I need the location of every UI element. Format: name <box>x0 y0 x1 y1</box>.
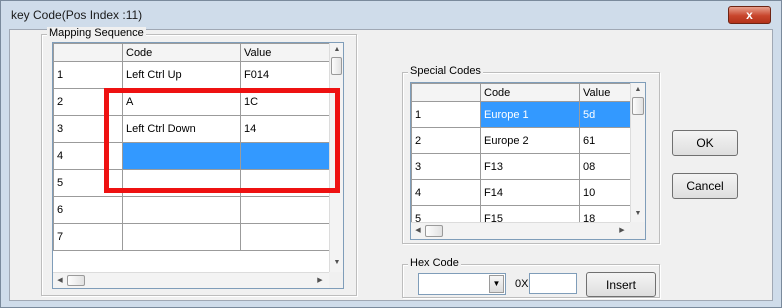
chevron-down-icon[interactable]: ▼ <box>489 275 504 293</box>
special-value-cell[interactable]: 08 <box>579 153 632 180</box>
mapping-value-cell[interactable]: 14 <box>240 115 333 143</box>
mapping-row[interactable]: 5 <box>53 169 333 197</box>
arrow-left-icon[interactable]: ◀ <box>53 274 67 288</box>
insert-button-label: Insert <box>605 278 636 292</box>
special-codes-table: Code Value 1 Europe 1 5d 2 Europe 2 61 3 F13 08 4 F1… <box>411 83 632 232</box>
insert-button[interactable]: Insert <box>586 272 656 297</box>
mapping-vscroll-thumb[interactable] <box>331 57 342 75</box>
mapping-row[interactable]: 3 Left Ctrl Down 14 <box>53 115 333 143</box>
hex-code-input[interactable] <box>529 273 577 294</box>
special-row[interactable]: 4 F14 10 <box>411 179 632 206</box>
mapping-row-number: 5 <box>53 169 123 197</box>
mapping-value-cell[interactable]: 1C <box>240 88 333 116</box>
mapping-code-cell[interactable]: Left Ctrl Up <box>122 61 241 89</box>
mapping-code-cell[interactable]: A <box>122 88 241 116</box>
cancel-button-label: Cancel <box>686 179 724 193</box>
dialog-client: Mapping Sequence Code Value 1 Left Ctrl Up F… <box>9 27 773 301</box>
special-value-cell[interactable]: 5d <box>579 101 632 128</box>
special-row-number: 2 <box>411 127 481 154</box>
mapping-row[interactable]: 1 Left Ctrl Up F014 <box>53 61 333 89</box>
mapping-column-header[interactable]: Code <box>122 43 241 62</box>
special-vertical-scrollbar[interactable]: ▲ ▼ <box>630 83 645 222</box>
mapping-header-row: Code Value <box>53 43 333 62</box>
special-corner-cell <box>411 83 481 102</box>
mapping-value-cell[interactable] <box>240 196 333 224</box>
mapping-row-number: 2 <box>53 88 123 116</box>
mapping-row[interactable]: 4 <box>53 142 333 170</box>
special-row[interactable]: 2 Europe 2 61 <box>411 127 632 154</box>
mapping-horizontal-scrollbar[interactable]: ◀ ▶ <box>53 272 329 288</box>
special-header-row: Code Value <box>411 83 632 102</box>
mapping-row[interactable]: 2 A 1C <box>53 88 333 116</box>
scroll-corner <box>329 272 343 288</box>
dialog-window: key Code(Pos Index :11) x Mapping Sequen… <box>0 0 782 308</box>
cancel-button[interactable]: Cancel <box>672 173 738 199</box>
mapping-table: Code Value 1 Left Ctrl Up F014 2 A 1C 3 Left Ctrl… <box>53 43 333 251</box>
special-vscroll-thumb[interactable] <box>632 97 644 115</box>
special-row-number: 1 <box>411 101 481 128</box>
mapping-grid[interactable]: Code Value 1 Left Ctrl Up F014 2 A 1C 3 Left Ctrl… <box>52 42 344 289</box>
mapping-value-cell[interactable] <box>240 169 333 197</box>
special-value-cell[interactable]: 10 <box>579 179 632 206</box>
ok-button-label: OK <box>696 136 714 150</box>
mapping-row-number: 1 <box>53 61 123 89</box>
scroll-corner <box>630 222 645 239</box>
arrow-right-icon[interactable]: ▶ <box>615 224 629 238</box>
window-title: key Code(Pos Index :11) <box>11 8 143 22</box>
special-row-number: 3 <box>411 153 481 180</box>
special-code-cell[interactable]: F14 <box>480 179 580 206</box>
mapping-code-cell[interactable]: Left Ctrl Down <box>122 115 241 143</box>
mapping-code-cell[interactable] <box>122 196 241 224</box>
arrow-left-icon[interactable]: ◀ <box>411 224 425 238</box>
special-row[interactable]: 1 Europe 1 5d <box>411 101 632 128</box>
mapping-corner-cell <box>53 43 123 62</box>
mapping-row[interactable]: 6 <box>53 196 333 224</box>
mapping-code-cell[interactable] <box>122 169 241 197</box>
special-value-cell[interactable]: 61 <box>579 127 632 154</box>
title-bar[interactable]: key Code(Pos Index :11) x <box>1 1 781 28</box>
hex-prefix-label: 0X <box>515 278 529 290</box>
close-icon: x <box>746 8 753 22</box>
arrow-down-icon[interactable]: ▼ <box>330 256 343 270</box>
hex-code-combobox[interactable]: ▼ <box>418 273 506 295</box>
mapping-row-number: 3 <box>53 115 123 143</box>
mapping-row-number: 6 <box>53 196 123 224</box>
special-code-cell[interactable]: Europe 2 <box>480 127 580 154</box>
mapping-row-number: 4 <box>53 142 123 170</box>
mapping-row[interactable]: 7 <box>53 223 333 251</box>
special-code-cell[interactable]: F13 <box>480 153 580 180</box>
mapping-sequence-label: Mapping Sequence <box>47 27 146 39</box>
mapping-code-cell[interactable] <box>122 142 241 170</box>
mapping-column-header[interactable]: Value <box>240 43 333 62</box>
special-codes-label: Special Codes <box>408 65 483 77</box>
special-horizontal-scrollbar[interactable]: ◀ ▶ <box>411 222 630 239</box>
mapping-row-number: 7 <box>53 223 123 251</box>
mapping-code-cell[interactable] <box>122 223 241 251</box>
mapping-value-cell[interactable] <box>240 223 333 251</box>
arrow-right-icon[interactable]: ▶ <box>313 274 327 288</box>
special-code-cell[interactable]: Europe 1 <box>480 101 580 128</box>
special-hscroll-thumb[interactable] <box>425 225 443 237</box>
special-row-number: 4 <box>411 179 481 206</box>
arrow-up-icon[interactable]: ▲ <box>631 83 645 97</box>
close-button[interactable]: x <box>728 6 771 24</box>
mapping-hscroll-thumb[interactable] <box>67 275 85 286</box>
mapping-value-cell[interactable]: F014 <box>240 61 333 89</box>
special-codes-grid[interactable]: Code Value 1 Europe 1 5d 2 Europe 2 61 3 F13 08 4 F1… <box>410 82 646 240</box>
ok-button[interactable]: OK <box>672 130 738 156</box>
arrow-up-icon[interactable]: ▲ <box>330 43 343 57</box>
special-column-header[interactable]: Value <box>579 83 632 102</box>
mapping-value-cell[interactable] <box>240 142 333 170</box>
mapping-vertical-scrollbar[interactable]: ▲ ▼ <box>329 43 343 272</box>
arrow-down-icon[interactable]: ▼ <box>631 207 645 221</box>
special-column-header[interactable]: Code <box>480 83 580 102</box>
special-row[interactable]: 3 F13 08 <box>411 153 632 180</box>
hex-code-label: Hex Code <box>408 257 461 269</box>
